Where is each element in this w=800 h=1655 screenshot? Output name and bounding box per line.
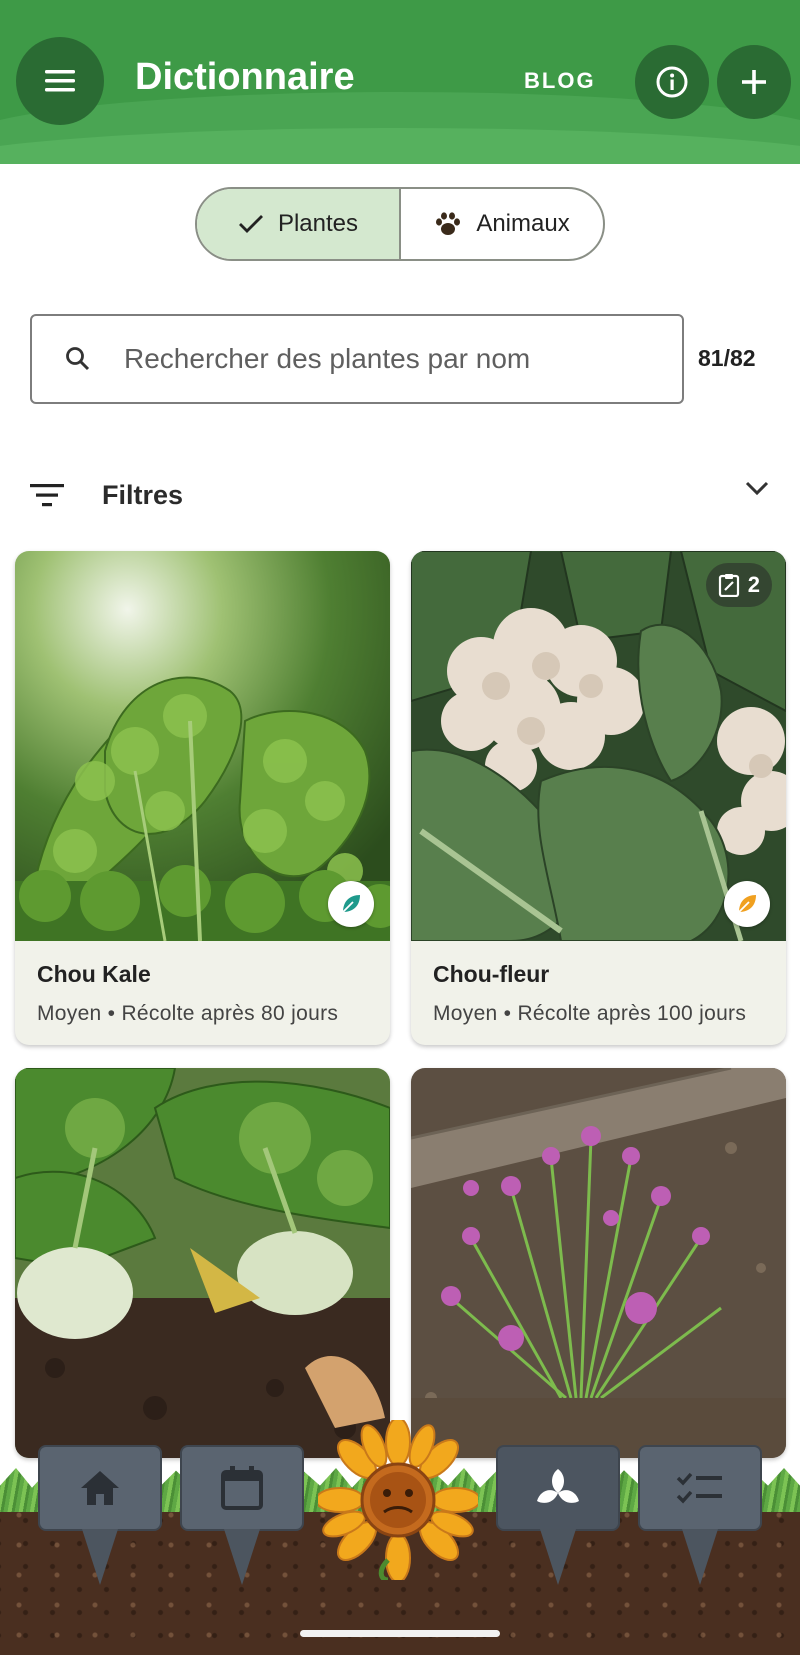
- plant-name: Chou Kale: [37, 961, 151, 987]
- plant-meta: Moyen • Récolte après 100 jours: [433, 1002, 747, 1025]
- menu-button[interactable]: [16, 37, 104, 125]
- leaf-icon: [342, 895, 360, 913]
- calendar-icon: [221, 1466, 263, 1510]
- nav-stake: [540, 1529, 576, 1585]
- card-info: Chou-fleur Moyen • Récolte après 100 jou…: [411, 941, 786, 1045]
- tasks-count: 2: [747, 572, 760, 597]
- paw-icon: [436, 212, 461, 235]
- category-toggle: Plantes Animaux: [195, 187, 605, 261]
- growth-badge: [328, 881, 374, 927]
- nav-stake: [224, 1529, 260, 1585]
- clipboard-icon: [718, 574, 739, 597]
- blog-link[interactable]: BLOG: [524, 68, 596, 94]
- result-count: 81/82: [698, 345, 756, 371]
- check-icon: [238, 215, 263, 233]
- tasks-badge: 2: [705, 563, 772, 607]
- nav-plate: [638, 1445, 762, 1531]
- nav-dictionary[interactable]: [496, 1445, 620, 1585]
- filter-icon: [30, 484, 64, 507]
- nav-home[interactable]: [38, 1445, 162, 1585]
- sprout-icon: [537, 1469, 579, 1503]
- filters-toggle[interactable]: Filtres: [30, 470, 770, 520]
- nav-plate: [496, 1445, 620, 1531]
- search-input[interactable]: [124, 343, 644, 375]
- toggle-animaux[interactable]: Animaux: [401, 189, 603, 259]
- home-icon: [81, 1471, 119, 1505]
- plant-card-chives[interactable]: [411, 1068, 786, 1458]
- plant-card-cauliflower[interactable]: 2 Chou-fleur Moyen • Récolte après 100 j…: [411, 551, 786, 1045]
- nav-stake: [682, 1529, 718, 1585]
- search-field[interactable]: [30, 314, 684, 404]
- toggle-label: Animaux: [476, 210, 570, 237]
- nav-plate: [180, 1445, 304, 1531]
- nav-stake: [82, 1529, 118, 1585]
- leaf-icon: [738, 895, 756, 913]
- filters-label: Filtres: [102, 479, 184, 510]
- nav-calendar[interactable]: [180, 1445, 304, 1585]
- system-home-indicator[interactable]: [300, 1630, 500, 1637]
- toggle-label: Plantes: [277, 210, 359, 237]
- info-icon: [656, 66, 688, 98]
- plant-meta: Moyen • Récolte après 80 jours: [37, 1002, 339, 1025]
- plant-card-kale[interactable]: Chou Kale Moyen • Récolte après 80 jours: [15, 551, 390, 1045]
- nav-sunflower[interactable]: [315, 1417, 481, 1583]
- app-header: Dictionnaire BLOG: [0, 0, 800, 164]
- menu-icon: [45, 70, 75, 92]
- nav-tasks[interactable]: [638, 1445, 762, 1585]
- plant-photo: 2: [411, 551, 786, 941]
- plant-name: Chou-fleur: [433, 961, 550, 987]
- search-icon: [32, 346, 124, 372]
- plant-card-kohlrabi[interactable]: [15, 1068, 390, 1458]
- nav-plate: [38, 1445, 162, 1531]
- add-button[interactable]: [717, 45, 791, 119]
- checklist-icon: [676, 1472, 722, 1504]
- info-button[interactable]: [635, 45, 709, 119]
- page-title: Dictionnaire: [135, 56, 355, 98]
- plant-photo: [15, 551, 390, 941]
- chevron-down-icon: [745, 481, 769, 496]
- toggle-plantes[interactable]: Plantes: [197, 189, 401, 259]
- app-screen: Dictionnaire BLOG Plantes Animaux Recher…: [0, 0, 800, 1655]
- sunflower-icon: [315, 1417, 481, 1583]
- card-info: Chou Kale Moyen • Récolte après 80 jours: [15, 941, 390, 1045]
- plant-photo: [411, 1068, 786, 1458]
- add-icon: [742, 70, 766, 94]
- plant-photo: [15, 1068, 390, 1458]
- growth-badge: [724, 881, 770, 927]
